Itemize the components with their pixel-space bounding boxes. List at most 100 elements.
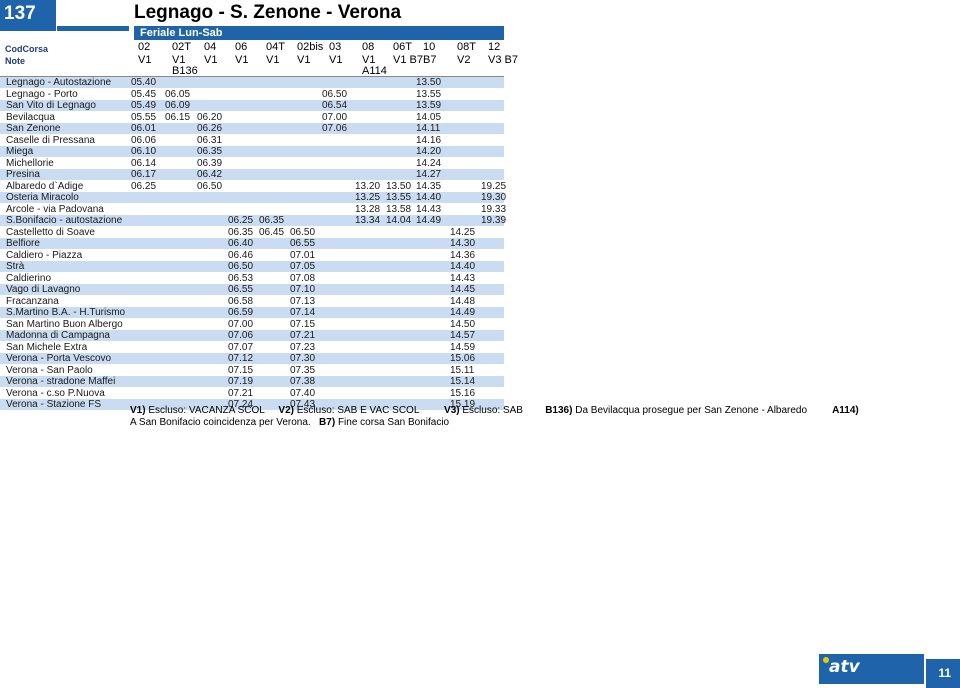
departure-time: 13.58 — [386, 203, 412, 215]
departure-time: 13.55 — [416, 88, 442, 100]
departure-time: 07.35 — [290, 364, 316, 376]
departure-time: 14.11 — [416, 123, 441, 134]
stop-name: Verona - Porta Vescovo — [6, 353, 112, 364]
stop-name: Belfiore — [6, 238, 40, 249]
stop-name: Presina — [6, 169, 40, 180]
table-row: Presina 06.17 06.42 14.27 — [0, 169, 504, 180]
departure-time: 14.50 — [450, 318, 476, 330]
departure-time: 06.59 — [228, 307, 254, 318]
table-row: San Martino Buon Albergo 07.00 07.15 14.50 — [0, 318, 504, 330]
departure-time: 14.20 — [416, 146, 442, 157]
column-code: 12 — [488, 41, 501, 53]
departure-time: 06.35 — [259, 215, 285, 226]
stop-name: Osteria Miracolo — [6, 192, 79, 203]
departure-time: 06.06 — [131, 134, 157, 146]
footnote-key: V2) — [278, 405, 294, 416]
stop-name: San Martino Buon Albergo — [6, 318, 123, 330]
departure-time: 06.35 — [228, 226, 254, 238]
departure-time: 06.15 — [165, 111, 191, 123]
departure-time: 14.43 — [416, 203, 442, 215]
table-row: Caselle di Pressana 06.06 06.31 14.16 — [0, 134, 504, 146]
departure-time: 14.24 — [416, 157, 442, 169]
departure-time: 14.25 — [450, 226, 476, 238]
table-row: Verona - c.so P.Nuova 07.21 07.40 15.16 — [0, 387, 504, 399]
footnotes: V1) Escluso: VACANZA SCOL V2) Escluso: S… — [130, 405, 859, 428]
column-code: 02T — [172, 41, 191, 53]
departure-time: 06.55 — [228, 284, 254, 295]
codcorsa-label: CodCorsa — [5, 44, 49, 54]
table-row: Caldiero - Piazza 06.46 07.01 14.36 — [0, 249, 504, 261]
stop-name: Caselle di Pressana — [6, 134, 95, 146]
departure-time: 15.16 — [450, 387, 476, 399]
departure-time: 07.00 — [322, 111, 348, 123]
column-code: 02bis — [297, 41, 324, 53]
stop-name: Fracanzana — [6, 295, 59, 307]
day-type-band: Feriale Lun-Sab — [134, 26, 504, 40]
table-row: Caldierino 06.53 07.08 14.43 — [0, 272, 504, 284]
table-row: Vago di Lavagno 06.55 07.10 14.45 — [0, 284, 504, 295]
departure-time: 07.15 — [228, 364, 254, 376]
departure-time: 13.20 — [355, 180, 381, 192]
column-code: 03 — [329, 41, 342, 53]
table-row: San Vito di Legnago 05.49 06.09 06.54 13.59 — [0, 100, 504, 111]
departure-time: 06.17 — [131, 169, 157, 180]
table-row: Miega 06.10 06.35 14.20 — [0, 146, 504, 157]
column-code: 06T — [393, 41, 412, 53]
departure-time: 14.48 — [450, 295, 476, 307]
departure-time: 13.25 — [355, 192, 381, 203]
stop-name: San Michele Extra — [6, 341, 88, 353]
departure-time: 06.31 — [197, 134, 223, 146]
column-note: V1 — [329, 54, 343, 66]
departure-time: 06.25 — [131, 180, 157, 192]
table-row: S.Martino B.A. - H.Turismo 06.59 07.14 14.4… — [0, 307, 504, 318]
route-number-badge: 137 — [0, 0, 56, 31]
footnote-key: V1) — [130, 405, 146, 416]
stop-name: San Zenone — [6, 123, 61, 134]
table-row: Legnago - Porto 05.45 06.05 06.50 13.55 — [0, 88, 504, 100]
stop-name: Strà — [6, 261, 25, 272]
footnote-text: Fine corsa San Bonifacio — [337, 416, 450, 428]
logo-text: atv — [829, 657, 860, 677]
departure-time: 06.20 — [197, 111, 223, 123]
table-row: Strà 06.50 07.05 14.40 — [0, 261, 504, 272]
column-note: V1 B7 — [393, 54, 423, 66]
column-code: 04T — [266, 41, 285, 53]
column-code: 04 — [204, 41, 217, 53]
footnote-text: Da Bevilacqua prosegue per San Zenone - … — [575, 405, 808, 416]
stop-name: Albaredo d`Adige — [6, 180, 84, 192]
stop-name: Madonna di Campagna — [6, 330, 110, 341]
departure-time: 13.55 — [386, 192, 412, 203]
departure-time: 14.40 — [416, 192, 442, 203]
stop-name: Castelletto di Soave — [6, 226, 95, 238]
footnote-key: B136) — [545, 405, 573, 416]
departure-time: 06.50 — [197, 180, 223, 192]
table-row: Madonna di Campagna 07.06 07.21 14.57 — [0, 330, 504, 341]
table-row: Albaredo d`Adige 06.25 06.50 13.20 13.50 14.3… — [0, 180, 507, 192]
departure-time: 14.36 — [450, 249, 476, 261]
departure-time: 07.06 — [228, 330, 254, 341]
departure-time: 07.21 — [228, 387, 254, 399]
departure-time: 07.05 — [290, 261, 316, 272]
stop-name: Legnago - Porto — [6, 88, 78, 100]
departure-time: 05.40 — [131, 77, 157, 88]
departure-time: 13.59 — [416, 100, 442, 111]
departure-time: 07.12 — [228, 353, 254, 364]
departure-time: 19.30 — [481, 192, 507, 203]
table-row: Verona - San Paolo 07.15 07.35 15.11 — [0, 364, 504, 376]
departure-time: 06.50 — [322, 88, 348, 100]
footnote-key: A114) — [832, 405, 859, 416]
departure-time: 14.35 — [416, 180, 442, 192]
departure-time: 15.14 — [450, 376, 476, 387]
departure-time: 19.25 — [481, 180, 507, 192]
stop-name: S.Martino B.A. - H.Turismo — [6, 307, 126, 318]
departure-time: 14.49 — [416, 215, 442, 226]
departure-time: 07.23 — [290, 341, 316, 353]
departure-time: 06.46 — [228, 249, 254, 261]
stop-name: Verona - c.so P.Nuova — [6, 387, 105, 399]
stop-name: S.Bonifacio - autostazione — [6, 215, 123, 226]
departure-time: 07.38 — [290, 376, 316, 387]
column-code: 08 — [362, 41, 375, 53]
column-note: B7 — [423, 54, 437, 66]
departure-time: 07.15 — [290, 318, 316, 330]
departure-time: 06.09 — [165, 100, 191, 111]
